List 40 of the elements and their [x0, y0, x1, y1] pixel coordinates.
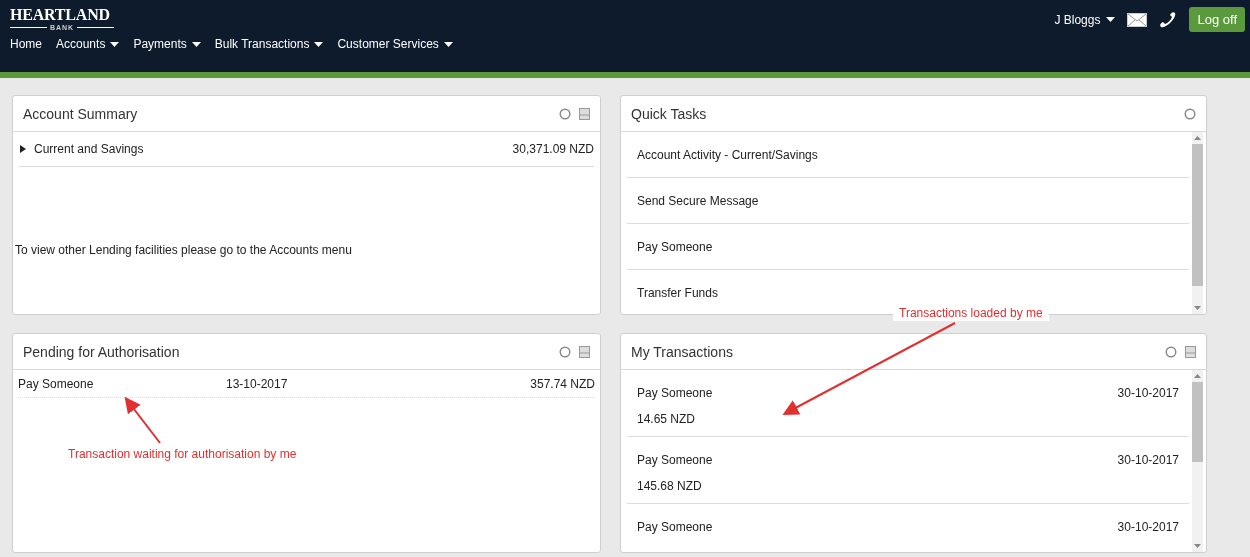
transaction-type: Pay Someone — [637, 520, 713, 534]
phone-icon[interactable] — [1159, 11, 1178, 28]
refresh-icon[interactable] — [1165, 345, 1177, 358]
account-row[interactable]: Current and Savings 30,371.09 NZD — [19, 132, 594, 167]
refresh-icon[interactable] — [559, 345, 571, 358]
annotation-text: Transactions loaded by me — [893, 305, 1049, 321]
transaction-date: 30-10-2017 — [1117, 520, 1179, 534]
user-menu[interactable]: J Bloggs — [1054, 12, 1116, 27]
panel-title: Quick Tasks — [631, 105, 707, 122]
transaction-date: 30-10-2017 — [1117, 453, 1179, 467]
scrollbar[interactable] — [1192, 370, 1203, 552]
transaction-type: Pay Someone — [637, 453, 713, 467]
nav-menu-item[interactable]: Accounts — [56, 37, 120, 51]
quick-task-link[interactable]: Account Activity - Current/Savings — [627, 132, 1189, 178]
mail-icon[interactable] — [1127, 12, 1148, 27]
table-cell-text: Pay Someone — [18, 376, 95, 391]
panel-title: My Transactions — [631, 343, 733, 360]
info-text: To view other Lending facilities please go to the Accounts menu — [15, 243, 353, 257]
transaction-type: Pay Someone — [637, 386, 713, 400]
nav-menu-item[interactable]: Bulk Transactions — [214, 37, 324, 51]
panel-title: Account Summary — [23, 105, 138, 122]
panel-title: Pending for Authorisation — [23, 343, 180, 360]
nav-menu-item[interactable]: Payments — [133, 37, 201, 51]
scrollbar[interactable] — [1192, 132, 1203, 314]
table-cell: 357.74 NZD — [530, 376, 595, 391]
minimize-icon[interactable] — [579, 107, 590, 120]
quick-task-link[interactable]: Pay Someone — [627, 224, 1189, 270]
nav-menu-item[interactable]: Home — [10, 37, 42, 51]
minimize-icon[interactable] — [1185, 345, 1196, 358]
table-cell-text: 13-10-2017 — [226, 376, 289, 391]
refresh-icon[interactable] — [559, 107, 571, 120]
minimize-icon[interactable] — [579, 345, 590, 358]
transaction-date: 30-10-2017 — [1117, 386, 1179, 400]
annotation-arrow — [124, 396, 161, 444]
refresh-icon[interactable] — [1184, 107, 1196, 120]
quick-task-link[interactable]: Send Secure Message — [627, 178, 1189, 224]
transaction-amount: 145.68 NZD — [637, 479, 703, 493]
transaction-amount: 14.65 NZD — [637, 412, 697, 426]
nav-menu-item[interactable]: Customer Services — [337, 37, 453, 51]
caret-icon — [1106, 17, 1116, 22]
